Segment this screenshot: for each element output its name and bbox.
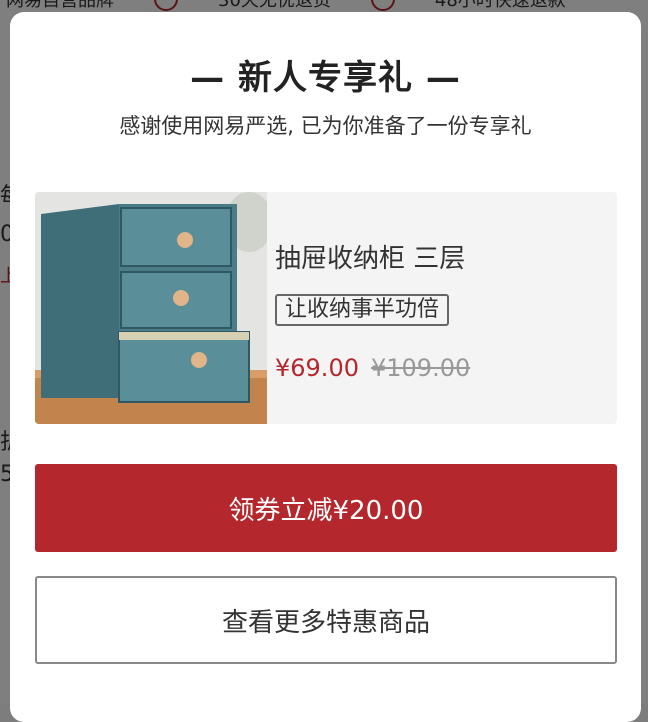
original-price: ¥109.00: [371, 354, 471, 382]
new-user-gift-modal: — 新人专享礼 — 感谢使用网易严选, 已为你准备了一份专享礼 抽屉收纳柜 三层…: [10, 12, 641, 722]
title-dash-left: —: [190, 58, 226, 98]
modal-subtitle: 感谢使用网易严选, 已为你准备了一份专享礼: [119, 114, 532, 138]
title-text: 新人专享礼: [238, 58, 413, 98]
modal-title: — 新人专享礼 —: [10, 50, 641, 99]
product-tag: 让收纳事半功倍: [275, 294, 450, 326]
drawer-cabinet-image: [35, 192, 267, 424]
current-price: ¥69.00: [275, 354, 359, 382]
view-more-deals-button[interactable]: 查看更多特惠商品: [35, 576, 617, 664]
product-name[interactable]: 抽屉收纳柜 三层: [275, 238, 465, 275]
title-dash-right: —: [425, 58, 461, 98]
product-card[interactable]: 抽屉收纳柜 三层 让收纳事半功倍 ¥69.00 ¥109.00: [35, 192, 617, 424]
claim-coupon-button[interactable]: 领券立减¥20.00: [35, 464, 617, 552]
